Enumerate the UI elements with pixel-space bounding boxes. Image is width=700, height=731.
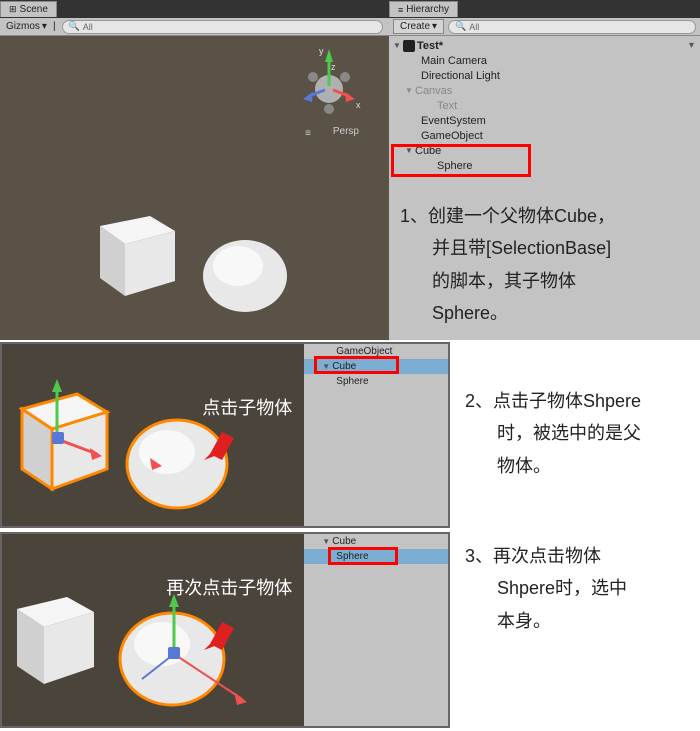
chevron-down-icon: ▾ (432, 21, 437, 32)
hierarchy-tab[interactable]: ≡ Hierarchy (389, 1, 458, 17)
hierarchy-tab-label: Hierarchy (406, 4, 449, 15)
create-label: Create (400, 21, 430, 32)
persp-label: Persp (333, 126, 359, 137)
chevron-down-icon: ▾ (42, 21, 47, 32)
gizmos-button[interactable]: Gizmos ▾ (6, 21, 47, 32)
divider-icon: ≡ (305, 128, 311, 139)
create-button[interactable]: Create ▾ (393, 19, 444, 34)
annotation-2: 2、点击子物体Shpere 时，被选中的是父 物体。 (465, 385, 695, 482)
search-placeholder: All (83, 22, 93, 32)
annotation-3: 3、再次点击物体 Shpere时，选中 本身。 (465, 540, 695, 637)
scene-search-input[interactable]: 🔍 All (62, 20, 383, 34)
red-arrow-icon (202, 614, 242, 654)
bot-section: 再次点击子物体 ▼Cube Sphere (0, 532, 450, 728)
expand-icon[interactable]: ▼ (322, 362, 330, 371)
expand-icon[interactable]: ▼ (405, 146, 413, 155)
z-axis-label: z (331, 62, 336, 72)
scene-cube-object[interactable] (80, 196, 190, 306)
search-icon: 🔍 (455, 21, 466, 32)
scene-name: Test* (417, 40, 443, 52)
expand-icon[interactable]: ▼ (393, 41, 401, 50)
hierarchy-tab-bar: ≡ Hierarchy (389, 0, 700, 18)
tree-root[interactable]: ▼ Test* ▾ (389, 38, 700, 53)
hierarchy-icon: ≡ (398, 5, 403, 15)
search-icon: 🔍 (69, 21, 80, 32)
scene-tab[interactable]: ⊞ Scene (0, 1, 57, 17)
expand-icon[interactable]: ▼ (322, 537, 330, 546)
tree-item-text[interactable]: Text (389, 98, 700, 113)
x-axis-label: x (356, 100, 361, 110)
tree-item-camera[interactable]: Main Camera (389, 53, 700, 68)
tree-item-gameobject[interactable]: GameObject (389, 128, 700, 143)
mini-item-cube-selected[interactable]: ▼Cube (304, 359, 448, 374)
mini-item-sphere-selected[interactable]: Sphere (304, 549, 448, 564)
cube-plain[interactable] (2, 579, 122, 699)
axis-gizmo[interactable]: x y z (289, 44, 369, 124)
scene-sphere-object[interactable] (200, 236, 290, 316)
tree-item-canvas[interactable]: ▼Canvas (389, 83, 700, 98)
mid-section: 点击子物体 GameObject ▼Cube Sphere (0, 342, 450, 528)
mid-annotation: 点击子物体 (202, 394, 292, 420)
search-placeholder: All (469, 22, 479, 32)
scene-tab-bar: ⊞ Scene (0, 0, 389, 18)
bot-hierarchy[interactable]: ▼Cube Sphere (304, 534, 448, 726)
tree-item-cube[interactable]: ▼Cube (389, 143, 700, 158)
scene-viewport[interactable]: x y z Persp ≡ (0, 36, 389, 340)
mini-item-gameobject[interactable]: GameObject (304, 344, 448, 359)
gizmos-label: Gizmos (6, 21, 40, 32)
divider: | (53, 21, 56, 32)
unity-icon (403, 40, 415, 52)
mini-item-sphere[interactable]: Sphere (304, 374, 448, 389)
red-arrow-icon (202, 424, 242, 464)
chevron-down-icon[interactable]: ▾ (689, 40, 694, 51)
y-axis-label: y (319, 46, 324, 56)
mid-hierarchy[interactable]: GameObject ▼Cube Sphere (304, 344, 448, 526)
sphere-selected-gizmo[interactable] (112, 589, 262, 729)
mid-scene-view[interactable]: 点击子物体 (2, 344, 304, 526)
tree-item-light[interactable]: Directional Light (389, 68, 700, 83)
scene-icon: ⊞ (9, 4, 17, 15)
expand-icon[interactable]: ▼ (405, 86, 413, 95)
bot-scene-view[interactable]: 再次点击子物体 (2, 534, 304, 726)
annotation-1: 1、创建一个父物体Cube， 并且带[SelectionBase] 的脚本，其子… (400, 200, 690, 330)
mini-item-cube[interactable]: ▼Cube (304, 534, 448, 549)
bot-annotation: 再次点击子物体 (166, 574, 292, 600)
scene-toolbar: Gizmos ▾ | 🔍 All (0, 18, 389, 36)
scene-panel: ⊞ Scene Gizmos ▾ | 🔍 All (0, 0, 389, 340)
cube-selected[interactable] (2, 374, 132, 514)
tree-item-sphere[interactable]: Sphere (389, 158, 700, 173)
tree-item-eventsystem[interactable]: EventSystem (389, 113, 700, 128)
hierarchy-search-input[interactable]: 🔍 All (448, 20, 696, 34)
hierarchy-toolbar: Create ▾ 🔍 All (389, 18, 700, 36)
scene-tab-label: Scene (20, 4, 48, 15)
